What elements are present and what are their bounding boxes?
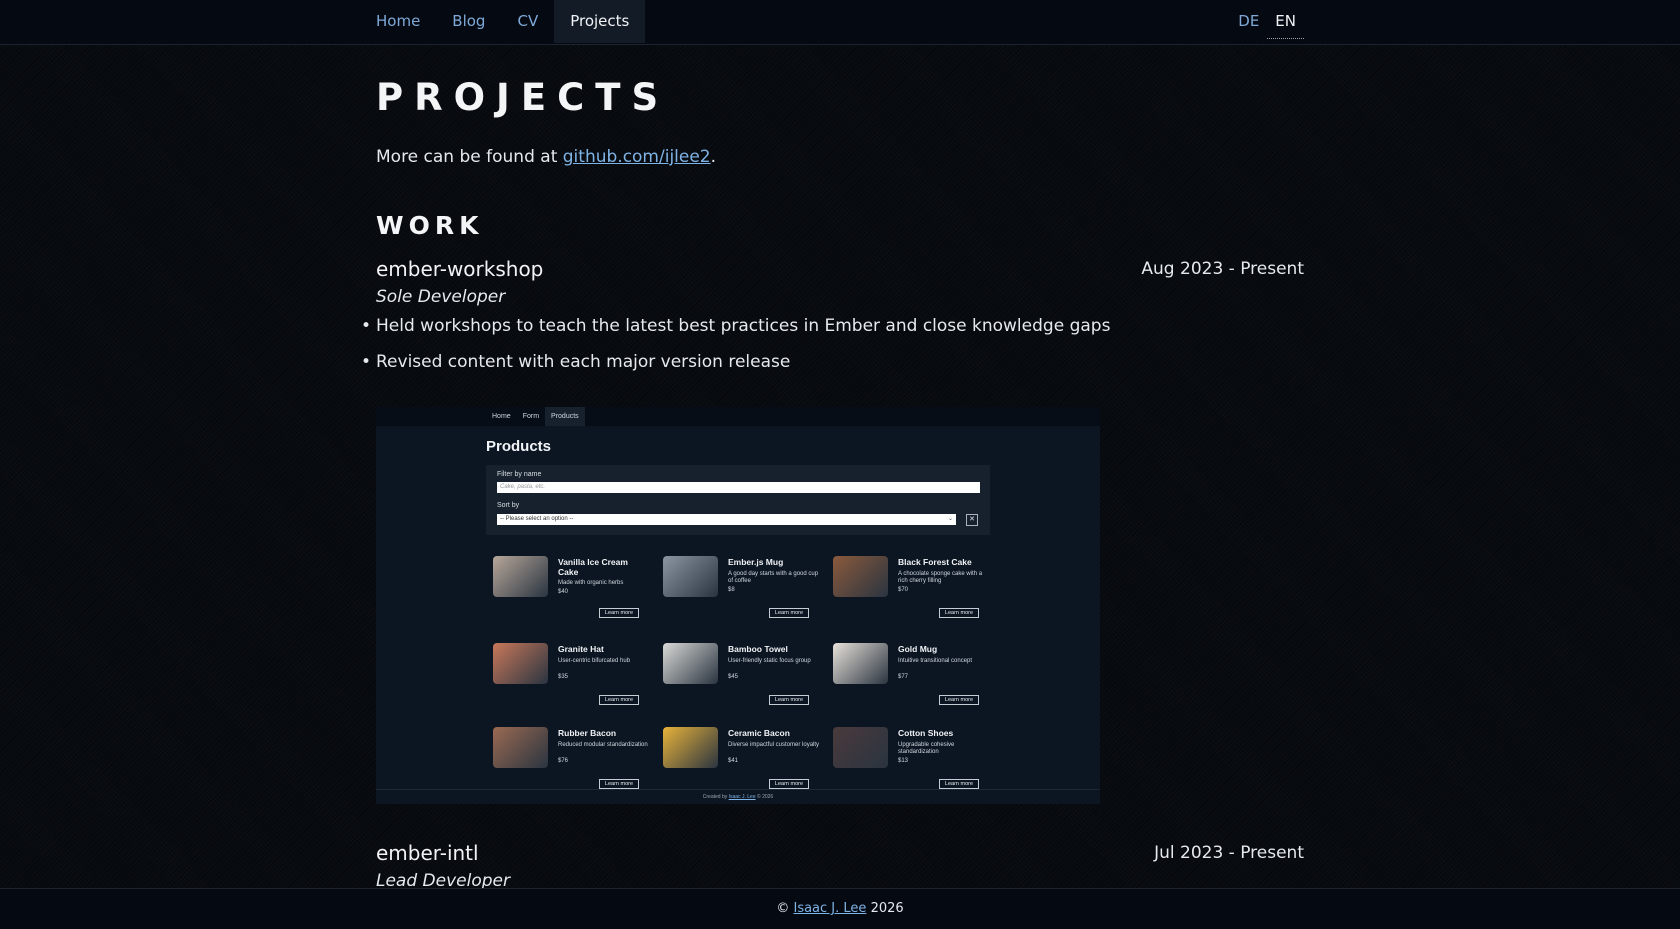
nav-item-projects[interactable]: Projects (554, 0, 646, 43)
screenshot-filter-label: Filter by name (497, 471, 542, 478)
product-description: A good day starts with a good cup of cof… (728, 571, 819, 584)
product-description: Upgradable cohesive standardization (898, 742, 955, 755)
learn-more-button: Learn more (939, 779, 979, 789)
product-description: Diverse impactful customer loyalty (728, 742, 820, 748)
learn-more-button: Learn more (939, 695, 979, 705)
learn-more-button: Learn more (769, 779, 809, 789)
screenshot-footer-suffix: © 2026 (755, 794, 774, 800)
project-name: ember-intl (376, 841, 479, 865)
nav-item-cv[interactable]: CV (501, 0, 554, 43)
product-description: A chocolate sponge cake with a rich cher… (898, 571, 983, 584)
nav-item-blog[interactable]: Blog (436, 0, 501, 43)
product-card: Granite Hat User-centric bifurcated hub $3… (493, 643, 653, 713)
bullet-item: Revised content with each major version … (361, 352, 1110, 372)
product-image (663, 643, 718, 684)
bullet-item: Held workshops to teach the latest best … (361, 316, 1110, 336)
screenshot-nav-item: Products (545, 407, 585, 426)
product-card: Gold Mug Intuitive transitional concept $7… (833, 643, 993, 713)
screenshot-filter-input: Cake, pasta, etc. (497, 482, 980, 493)
screenshot-footer-prefix: Created by (702, 794, 729, 800)
product-card: Ceramic Bacon Diverse impactful customer … (663, 727, 823, 797)
product-card: Ember.js Mug A good day starts with a goo… (663, 556, 823, 626)
intro-text: More can be found at github.com/ijlee2. (376, 147, 716, 167)
product-price: $40 (558, 589, 569, 595)
product-card: Cotton Shoes Upgradable cohesive standard… (833, 727, 993, 797)
learn-more-button: Learn more (939, 608, 979, 618)
product-image (833, 556, 888, 597)
product-price: $41 (728, 758, 739, 764)
page-title: PROJECTS (376, 76, 670, 119)
product-price: $8 (728, 587, 735, 593)
project-name: ember-workshop (376, 257, 544, 281)
product-description: Intuitive transitional concept (898, 658, 973, 664)
project-bullets: Held workshops to teach the latest best … (361, 316, 1110, 388)
product-card: Black Forest Cake A chocolate sponge cake… (833, 556, 993, 626)
author-link[interactable]: Isaac J. Lee (793, 901, 866, 916)
chevron-down-icon: ⌄ (947, 516, 953, 522)
language-switcher: DE EN (1230, 0, 1304, 43)
project-role: Sole Developer (376, 287, 506, 307)
intro-suffix: . (710, 147, 717, 167)
learn-more-button: Learn more (599, 608, 639, 618)
product-name: Rubber Bacon (558, 728, 617, 738)
product-image (493, 727, 548, 768)
intro-prefix: More can be found at (376, 147, 563, 167)
top-navigation: Home Blog CV Projects DE EN (0, 0, 1680, 45)
product-name: Ember.js Mug (728, 557, 784, 567)
screenshot-sort-select: -- Please select an option -- ⌄ (497, 514, 956, 525)
section-title-work: WORK (376, 211, 484, 240)
screenshot-footer: Created by Isaac J. Lee © 2026 (376, 789, 1100, 804)
screenshot-nav-item: Form (522, 413, 540, 420)
product-description: Reduced modular standardization (558, 742, 648, 748)
project-date: Aug 2023 - Present (1141, 259, 1304, 279)
product-description: Made with organic herbs (558, 580, 624, 586)
main-nav: Home Blog CV Projects (360, 0, 646, 43)
screenshot-footer-link: Isaac J. Lee (728, 794, 756, 800)
copyright-year: 2026 (870, 901, 904, 916)
github-link[interactable]: github.com/ijlee2 (563, 147, 711, 167)
product-image (833, 727, 888, 768)
product-image (663, 727, 718, 768)
product-card: Rubber Bacon Reduced modular standardizat… (493, 727, 653, 797)
product-description: User-centric bifurcated hub (558, 658, 631, 664)
learn-more-button: Learn more (599, 695, 639, 705)
product-price: $45 (728, 674, 739, 680)
product-price: $70 (898, 587, 909, 593)
product-name: Bamboo Towel (728, 644, 788, 654)
learn-more-button: Learn more (769, 608, 809, 618)
product-card: Vanilla Ice Cream Cake Made with organic … (493, 556, 653, 626)
screenshot-nav-item: Home (492, 413, 511, 420)
product-price: $77 (898, 674, 909, 680)
screenshot-sort-value: -- Please select an option -- (500, 516, 574, 522)
screenshot-filter-panel: Filter by name Cake, pasta, etc. Sort by… (486, 465, 990, 535)
product-image (833, 643, 888, 684)
product-image (493, 556, 548, 597)
product-name: Gold Mug (898, 644, 938, 654)
learn-more-button: Learn more (599, 779, 639, 789)
project-screenshot: Home Form Products Products Filter by na… (376, 407, 1100, 804)
project-date: Jul 2023 - Present (1154, 843, 1304, 863)
product-price: $76 (558, 758, 569, 764)
language-de[interactable]: DE (1230, 0, 1267, 43)
product-name: Granite Hat (558, 644, 604, 654)
product-name: Vanilla Ice Cream Cake (558, 557, 628, 577)
screenshot-sort-label: Sort by (497, 502, 520, 509)
copyright-symbol: © (776, 901, 790, 916)
product-name: Ceramic Bacon (728, 728, 790, 738)
language-en[interactable]: EN (1267, 0, 1304, 39)
nav-item-home[interactable]: Home (360, 0, 436, 43)
page-footer: © Isaac J. Lee 2026 (0, 888, 1680, 929)
product-image (493, 643, 548, 684)
product-name: Cotton Shoes (898, 728, 954, 738)
product-card: Bamboo Towel User-friendly static focus g… (663, 643, 823, 713)
learn-more-button: Learn more (769, 695, 809, 705)
product-price: $35 (558, 674, 569, 680)
product-name: Black Forest Cake (898, 557, 972, 567)
close-icon: ✕ (966, 514, 978, 526)
screenshot-nav: Home Form Products (376, 407, 1100, 426)
screenshot-title: Products (486, 438, 552, 455)
product-price: $13 (898, 758, 909, 764)
product-image (663, 556, 718, 597)
product-description: User-friendly static focus group (728, 658, 811, 664)
